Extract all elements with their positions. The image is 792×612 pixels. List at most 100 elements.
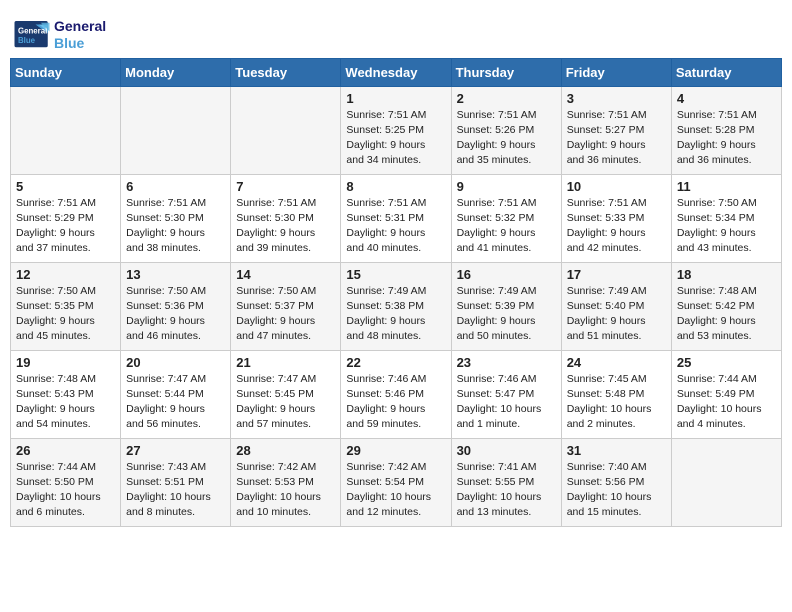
cell-info: Sunrise: 7:46 AM Sunset: 5:47 PM Dayligh… [457,372,556,433]
weekday-header-row: SundayMondayTuesdayWednesdayThursdayFrid… [11,58,782,86]
day-number: 4 [677,91,776,106]
day-number: 30 [457,443,556,458]
day-number: 27 [126,443,225,458]
weekday-header-friday: Friday [561,58,671,86]
week-row-2: 5Sunrise: 7:51 AM Sunset: 5:29 PM Daylig… [11,174,782,262]
cell-info: Sunrise: 7:51 AM Sunset: 5:31 PM Dayligh… [346,196,445,257]
cell-info: Sunrise: 7:49 AM Sunset: 5:38 PM Dayligh… [346,284,445,345]
logo: General Blue General Blue [14,18,106,52]
day-number: 21 [236,355,335,370]
calendar-cell: 23 Sunrise: 7:46 AM Sunset: 5:47 PM Dayli… [451,350,561,438]
day-number: 11 [677,179,776,194]
day-number: 14 [236,267,335,282]
day-number: 6 [126,179,225,194]
day-number: 10 [567,179,666,194]
day-number: 20 [126,355,225,370]
day-number: 23 [457,355,556,370]
calendar-cell: 27 Sunrise: 7:43 AM Sunset: 5:51 PM Dayli… [121,438,231,526]
calendar-cell: 20Sunrise: 7:47 AM Sunset: 5:44 PM Dayli… [121,350,231,438]
calendar-cell: 1 Sunrise: 7:51 AM Sunset: 5:25 PM Daylig… [341,86,451,174]
cell-info: Sunrise: 7:51 AM Sunset: 5:25 PM Dayligh… [346,108,445,169]
weekday-header-saturday: Saturday [671,58,781,86]
day-number: 31 [567,443,666,458]
calendar-cell: 6Sunrise: 7:51 AM Sunset: 5:30 PM Daylig… [121,174,231,262]
week-row-5: 26Sunrise: 7:44 AM Sunset: 5:50 PM Dayli… [11,438,782,526]
calendar-cell: 5Sunrise: 7:51 AM Sunset: 5:29 PM Daylig… [11,174,121,262]
weekday-header-thursday: Thursday [451,58,561,86]
cell-info: Sunrise: 7:43 AM Sunset: 5:51 PM Dayligh… [126,460,225,521]
day-number: 13 [126,267,225,282]
calendar-cell: 8 Sunrise: 7:51 AM Sunset: 5:31 PM Daylig… [341,174,451,262]
week-row-4: 19 Sunrise: 7:48 AM Sunset: 5:43 PM Dayli… [11,350,782,438]
calendar-cell: 29 Sunrise: 7:42 AM Sunset: 5:54 PM Dayli… [341,438,451,526]
calendar-cell: 28Sunrise: 7:42 AM Sunset: 5:53 PM Dayli… [231,438,341,526]
weekday-header-tuesday: Tuesday [231,58,341,86]
day-number: 2 [457,91,556,106]
day-number: 17 [567,267,666,282]
day-number: 29 [346,443,445,458]
cell-info: Sunrise: 7:51 AM Sunset: 5:32 PM Dayligh… [457,196,556,257]
day-number: 24 [567,355,666,370]
calendar-cell: 30 Sunrise: 7:41 AM Sunset: 5:55 PM Dayli… [451,438,561,526]
weekday-header-wednesday: Wednesday [341,58,451,86]
calendar-cell: 7 Sunrise: 7:51 AM Sunset: 5:30 PM Daylig… [231,174,341,262]
logo-text: General [54,18,106,35]
calendar-cell: 13Sunrise: 7:50 AM Sunset: 5:36 PM Dayli… [121,262,231,350]
cell-info: Sunrise: 7:51 AM Sunset: 5:28 PM Dayligh… [677,108,776,169]
calendar-cell: 22Sunrise: 7:46 AM Sunset: 5:46 PM Dayli… [341,350,451,438]
calendar-cell: 17Sunrise: 7:49 AM Sunset: 5:40 PM Dayli… [561,262,671,350]
cell-info: Sunrise: 7:40 AM Sunset: 5:56 PM Dayligh… [567,460,666,521]
calendar-cell: 3 Sunrise: 7:51 AM Sunset: 5:27 PM Daylig… [561,86,671,174]
calendar-cell: 2 Sunrise: 7:51 AM Sunset: 5:26 PM Daylig… [451,86,561,174]
calendar-cell: 14Sunrise: 7:50 AM Sunset: 5:37 PM Dayli… [231,262,341,350]
calendar-cell: 9Sunrise: 7:51 AM Sunset: 5:32 PM Daylig… [451,174,561,262]
cell-info: Sunrise: 7:47 AM Sunset: 5:45 PM Dayligh… [236,372,335,433]
logo-text-2: Blue [54,35,106,52]
cell-info: Sunrise: 7:44 AM Sunset: 5:49 PM Dayligh… [677,372,776,433]
logo-icon: General Blue [14,21,50,49]
calendar-cell: 12 Sunrise: 7:50 AM Sunset: 5:35 PM Dayli… [11,262,121,350]
svg-text:Blue: Blue [18,36,36,45]
cell-info: Sunrise: 7:44 AM Sunset: 5:50 PM Dayligh… [16,460,115,521]
calendar-cell: 19 Sunrise: 7:48 AM Sunset: 5:43 PM Dayli… [11,350,121,438]
cell-info: Sunrise: 7:51 AM Sunset: 5:29 PM Dayligh… [16,196,115,257]
page-container: General Blue General Blue SundayMondayTu… [10,10,782,527]
calendar-cell [231,86,341,174]
cell-info: Sunrise: 7:48 AM Sunset: 5:42 PM Dayligh… [677,284,776,345]
weekday-header-monday: Monday [121,58,231,86]
cell-info: Sunrise: 7:51 AM Sunset: 5:26 PM Dayligh… [457,108,556,169]
day-number: 1 [346,91,445,106]
calendar-cell: 10 Sunrise: 7:51 AM Sunset: 5:33 PM Dayli… [561,174,671,262]
day-number: 25 [677,355,776,370]
cell-info: Sunrise: 7:46 AM Sunset: 5:46 PM Dayligh… [346,372,445,433]
calendar-cell: 31 Sunrise: 7:40 AM Sunset: 5:56 PM Dayli… [561,438,671,526]
calendar-cell: 4 Sunrise: 7:51 AM Sunset: 5:28 PM Daylig… [671,86,781,174]
week-row-3: 12 Sunrise: 7:50 AM Sunset: 5:35 PM Dayli… [11,262,782,350]
day-number: 18 [677,267,776,282]
calendar-cell: 15 Sunrise: 7:49 AM Sunset: 5:38 PM Dayli… [341,262,451,350]
calendar-cell: 18 Sunrise: 7:48 AM Sunset: 5:42 PM Dayli… [671,262,781,350]
day-number: 15 [346,267,445,282]
cell-info: Sunrise: 7:51 AM Sunset: 5:30 PM Dayligh… [236,196,335,257]
day-number: 28 [236,443,335,458]
day-number: 12 [16,267,115,282]
day-number: 7 [236,179,335,194]
cell-info: Sunrise: 7:45 AM Sunset: 5:48 PM Dayligh… [567,372,666,433]
cell-info: Sunrise: 7:41 AM Sunset: 5:55 PM Dayligh… [457,460,556,521]
cell-info: Sunrise: 7:42 AM Sunset: 5:54 PM Dayligh… [346,460,445,521]
cell-info: Sunrise: 7:51 AM Sunset: 5:33 PM Dayligh… [567,196,666,257]
day-number: 8 [346,179,445,194]
calendar-cell: 21 Sunrise: 7:47 AM Sunset: 5:45 PM Dayli… [231,350,341,438]
weekday-header-sunday: Sunday [11,58,121,86]
cell-info: Sunrise: 7:50 AM Sunset: 5:35 PM Dayligh… [16,284,115,345]
cell-info: Sunrise: 7:51 AM Sunset: 5:27 PM Dayligh… [567,108,666,169]
calendar-cell: 25 Sunrise: 7:44 AM Sunset: 5:49 PM Dayli… [671,350,781,438]
calendar-cell [11,86,121,174]
calendar-cell: 26Sunrise: 7:44 AM Sunset: 5:50 PM Dayli… [11,438,121,526]
day-number: 19 [16,355,115,370]
cell-info: Sunrise: 7:48 AM Sunset: 5:43 PM Dayligh… [16,372,115,433]
calendar-cell: 24 Sunrise: 7:45 AM Sunset: 5:48 PM Dayli… [561,350,671,438]
day-number: 3 [567,91,666,106]
calendar-cell [671,438,781,526]
day-number: 16 [457,267,556,282]
